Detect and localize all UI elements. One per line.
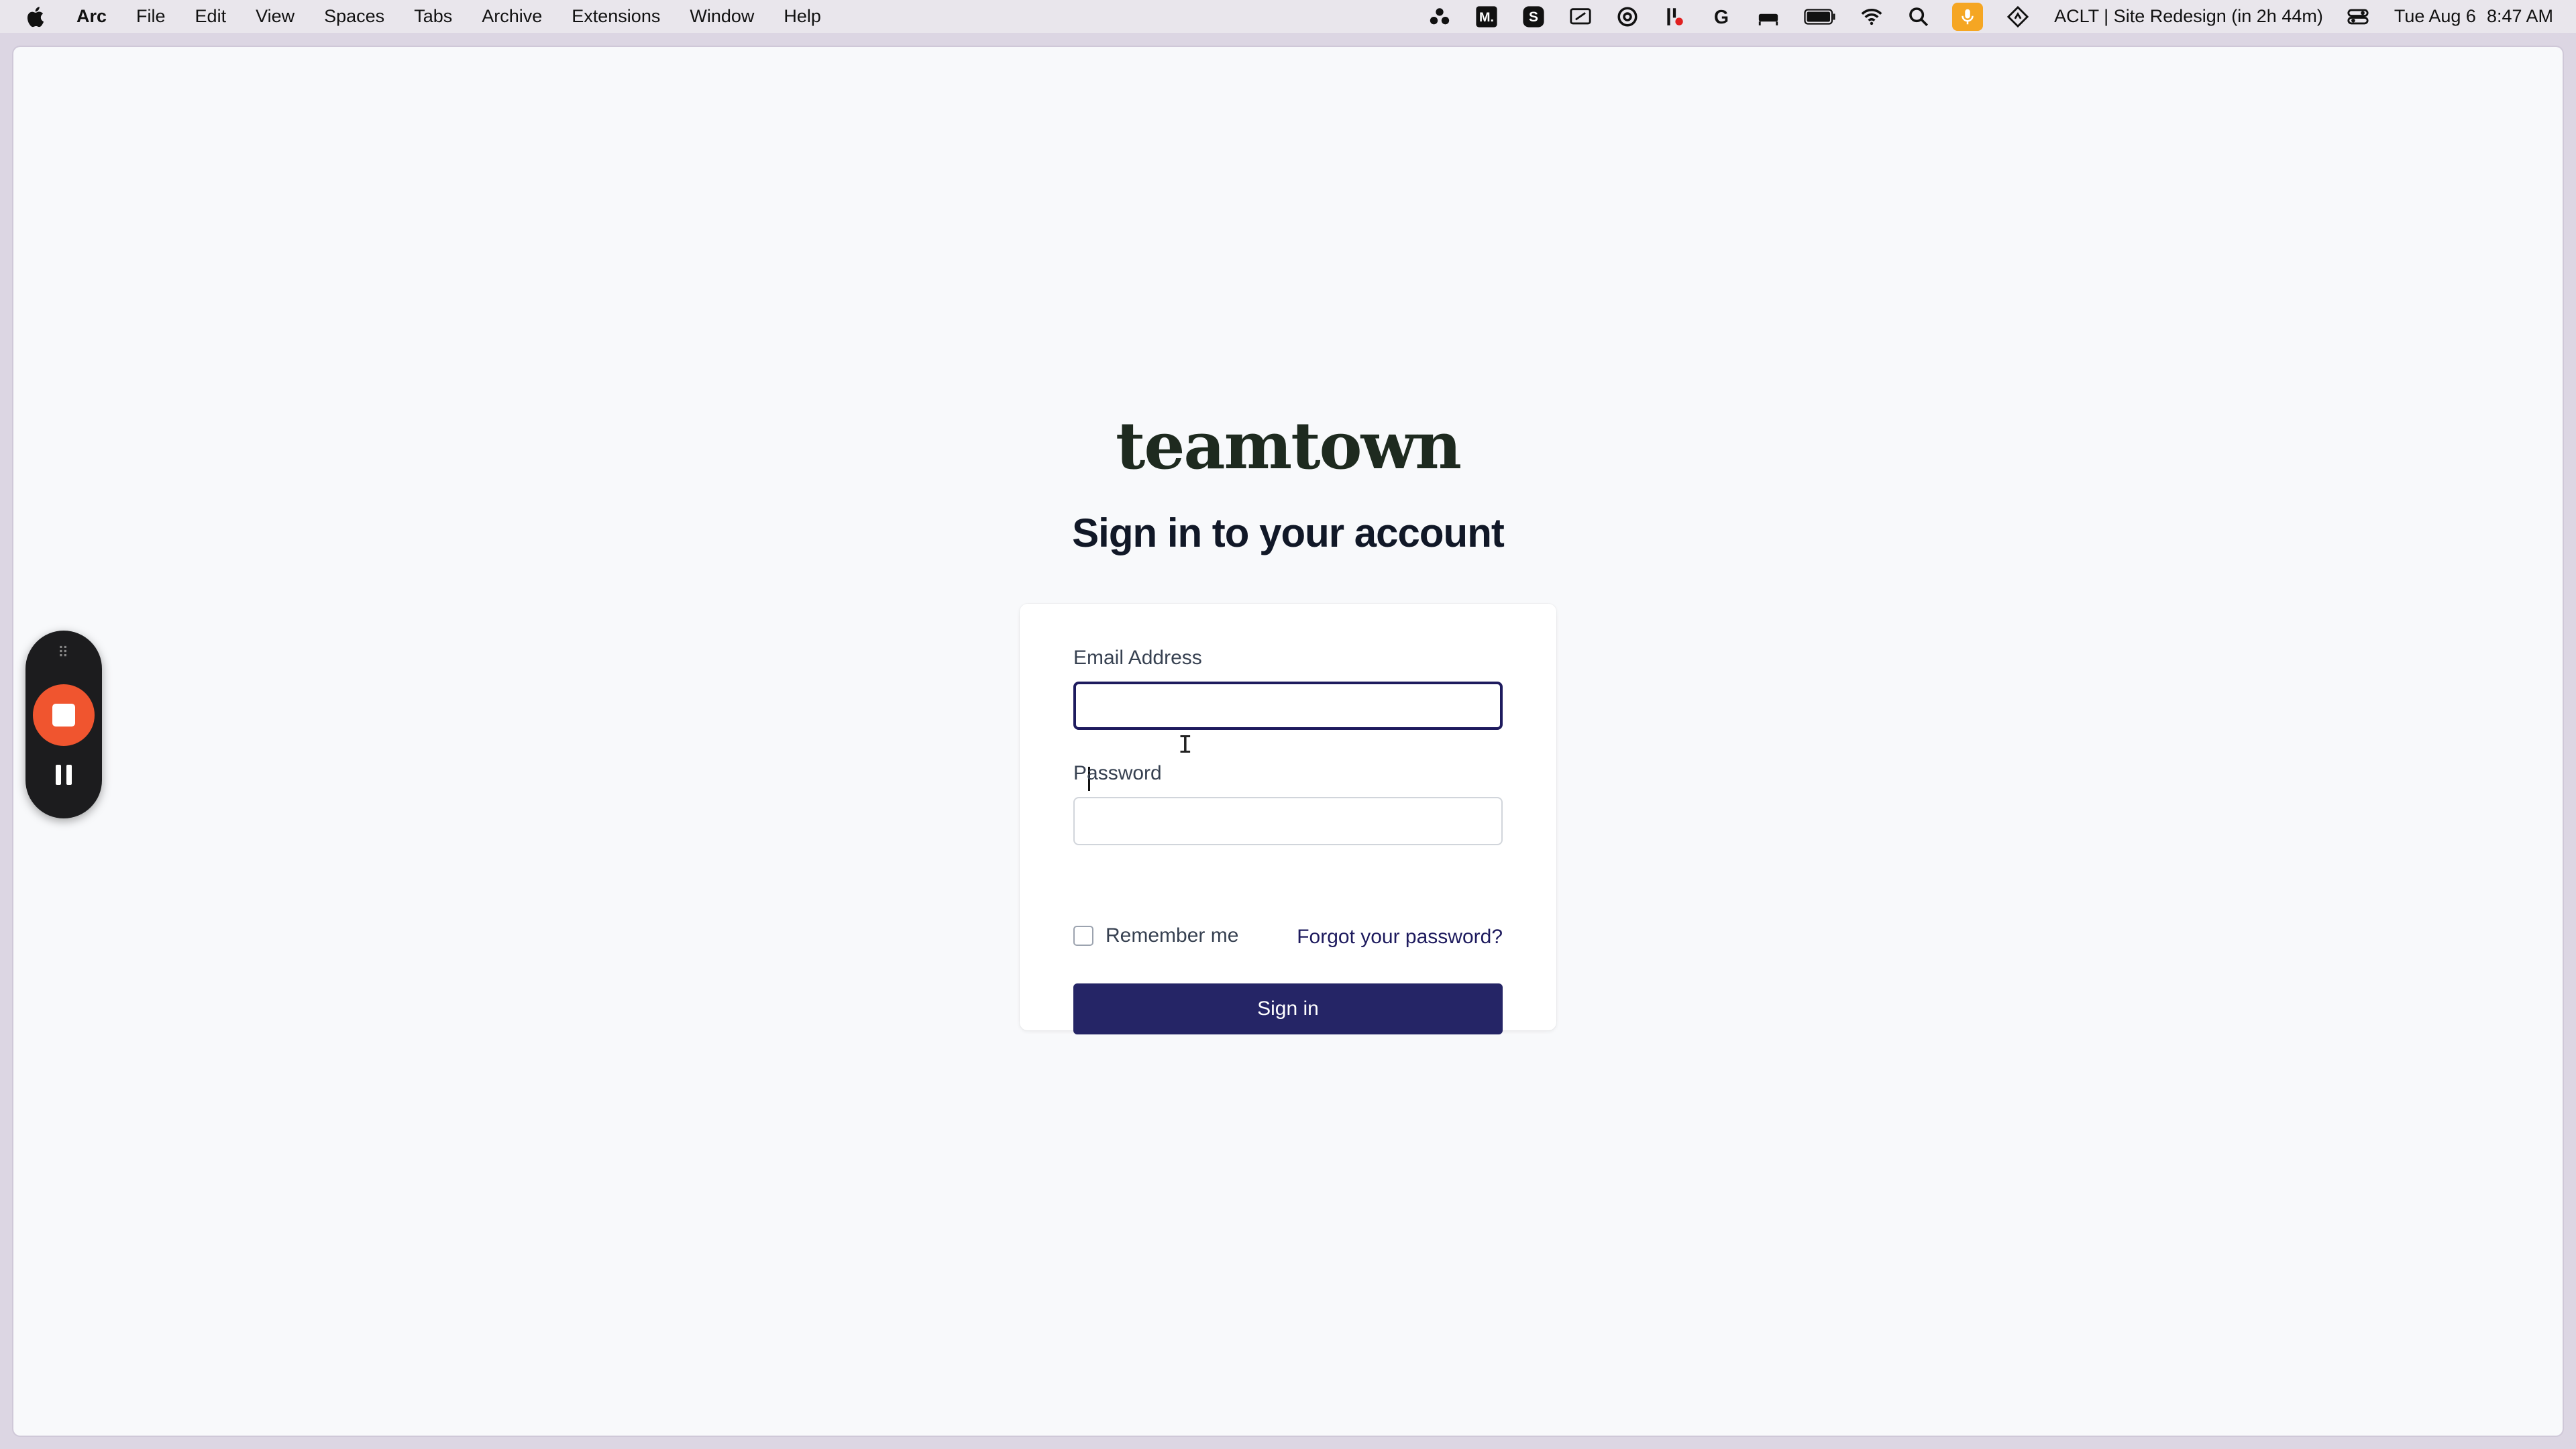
menu-edit[interactable]: Edit — [195, 6, 227, 27]
tools-icon[interactable] — [1662, 5, 1686, 29]
browser-window: teamtown Sign in to your account Email A… — [13, 47, 2563, 1436]
remember-me-checkbox[interactable] — [1073, 926, 1093, 946]
email-label: Email Address — [1073, 647, 1202, 669]
menu-app-name[interactable]: Arc — [76, 6, 107, 27]
at-sign-icon[interactable] — [1615, 5, 1640, 29]
menubar-time[interactable]: 8:47 AM — [2487, 6, 2553, 27]
bed-icon[interactable] — [1756, 5, 1780, 29]
menu-tabs[interactable]: Tabs — [414, 6, 452, 27]
drag-grip-icon[interactable]: ⠿ — [25, 644, 102, 661]
medium-icon[interactable]: M. — [1474, 5, 1499, 29]
menu-view[interactable]: View — [256, 6, 294, 27]
menu-spaces[interactable]: Spaces — [324, 6, 384, 27]
screen-share-icon[interactable] — [1568, 5, 1593, 29]
menu-bar: Arc File Edit View Spaces Tabs Archive E… — [0, 0, 2576, 33]
search-icon[interactable] — [1907, 5, 1931, 29]
recorder-widget: ⠿ — [25, 631, 102, 818]
menu-help[interactable]: Help — [784, 6, 821, 27]
password-label: Password — [1073, 762, 1162, 784]
menu-file[interactable]: File — [136, 6, 166, 27]
menu-extensions[interactable]: Extensions — [572, 6, 660, 27]
stop-recording-button[interactable] — [33, 684, 95, 746]
svg-text:G: G — [1714, 6, 1729, 28]
email-field[interactable] — [1073, 682, 1503, 730]
battery-icon[interactable] — [1803, 5, 1837, 29]
page-title: Sign in to your account — [1072, 511, 1505, 555]
menu-archive[interactable]: Archive — [482, 6, 542, 27]
menu-window[interactable]: Window — [690, 6, 754, 27]
calendar-event[interactable]: ACLT | Site Redesign (in 2h 44m) — [2054, 6, 2323, 27]
grammarly-icon[interactable]: G — [1709, 5, 1733, 29]
svg-text:M.: M. — [1479, 10, 1494, 25]
teamtown-logo: teamtown — [1115, 408, 1462, 484]
microphone-icon[interactable] — [1952, 2, 1984, 31]
stop-icon — [52, 704, 75, 727]
svg-text:S: S — [1529, 9, 1538, 25]
sign-in-button[interactable]: Sign in — [1073, 983, 1503, 1034]
remember-me-label[interactable]: Remember me — [1106, 924, 1238, 947]
remember-me[interactable]: Remember me — [1073, 924, 1238, 947]
wifi-icon[interactable] — [1860, 5, 1884, 29]
apple-icon[interactable] — [25, 5, 46, 29]
password-field[interactable] — [1073, 797, 1503, 845]
menubar-date[interactable]: Tue Aug 6 — [2394, 6, 2476, 27]
ibeam-cursor-icon: I — [1178, 731, 1193, 759]
sign-in-card: Email Address I Password Remember me For… — [1020, 604, 1556, 1034]
s-app-icon[interactable]: S — [1521, 5, 1546, 29]
cluster-icon[interactable] — [1428, 5, 1452, 29]
location-icon[interactable] — [2006, 5, 2030, 29]
pause-recording-button[interactable] — [25, 765, 102, 785]
forgot-password-link[interactable]: Forgot your password? — [1297, 926, 1503, 949]
pause-icon — [56, 765, 61, 785]
control-center-icon[interactable] — [2346, 5, 2370, 29]
